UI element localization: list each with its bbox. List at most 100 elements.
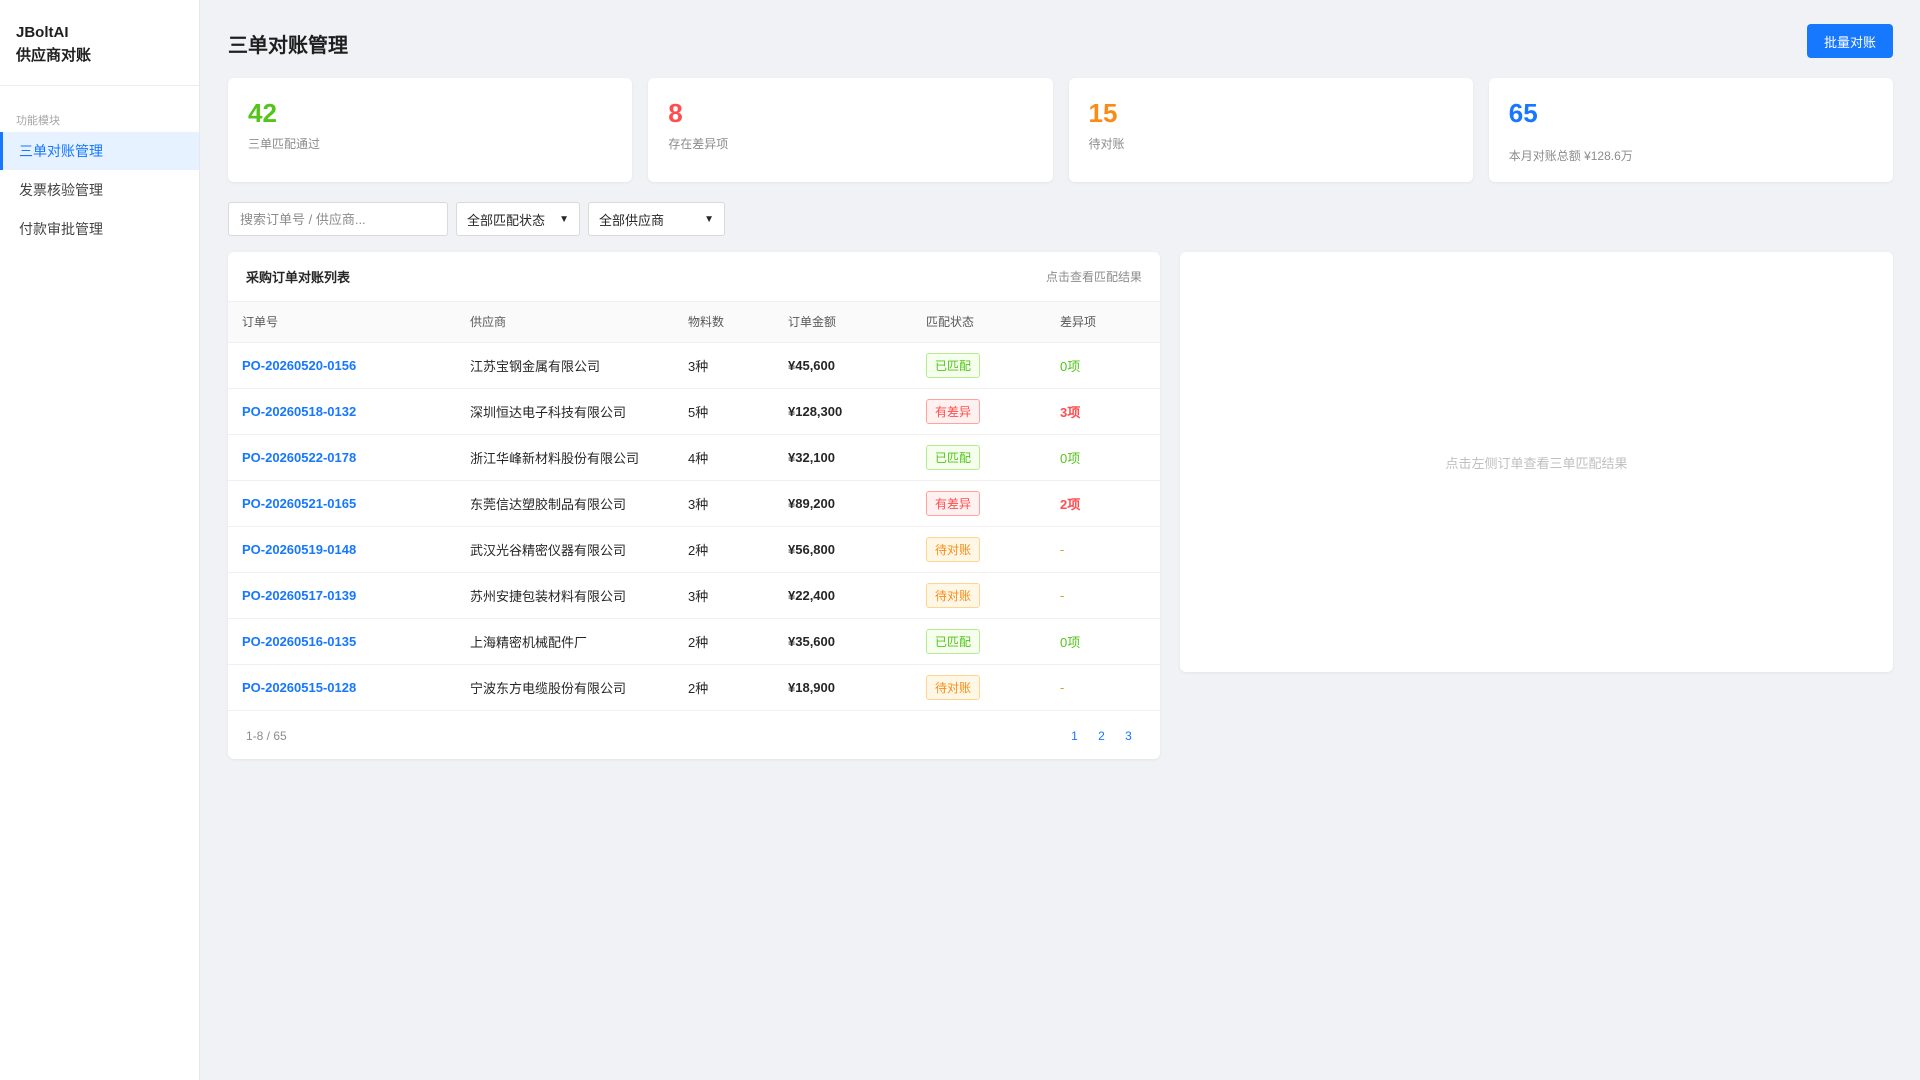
table-title: 采购订单对账列表 [246, 270, 351, 285]
item-count-cell: 5种 [688, 388, 788, 435]
po-number-link[interactable]: PO-20260515-0128 [242, 680, 356, 695]
stat-label: 待对账 [1088, 137, 1125, 151]
supplier-cell: 浙江华峰新材料股份有限公司 [470, 434, 688, 481]
batch-reconcile-button[interactable]: 批量对账 [1807, 24, 1893, 58]
amount-cell: ¥18,900 [788, 664, 926, 711]
amount-cell: ¥89,200 [788, 480, 926, 527]
item-count-cell: 3种 [688, 572, 788, 619]
status-select[interactable]: 全部匹配状态 ▼ [456, 202, 580, 236]
page-link-3[interactable]: 3 [1115, 729, 1142, 743]
amount-cell: ¥22,400 [788, 572, 926, 619]
stat-card-pending: 15 待对账 [1068, 78, 1473, 182]
stat-value: 15 [1088, 98, 1118, 128]
column-header: 供应商 [470, 302, 688, 343]
amount-cell: ¥128,300 [788, 388, 926, 435]
diff-count-cell: 0项 [1060, 342, 1160, 389]
supplier-cell: 武汉光谷精密仪器有限公司 [470, 526, 688, 573]
item-count-cell: 2种 [688, 618, 788, 665]
amount-cell: ¥35,600 [788, 618, 926, 665]
order-table: 订单号 供应商 物料数 订单金额 匹配状态 差异项 PO-20260520-01… [228, 302, 1160, 711]
page-link-1[interactable]: 1 [1061, 729, 1088, 743]
diff-count-cell: 3项 [1060, 388, 1160, 435]
column-header: 差异项 [1060, 302, 1160, 343]
stat-value: 42 [248, 98, 277, 128]
stats-row: 42 三单匹配通过 8 存在差异项 15 待对账 65 本月对账总额 ¥128.… [228, 78, 1893, 182]
chevron-down-icon: ▼ [559, 213, 569, 225]
item-count-cell: 3种 [688, 342, 788, 389]
brand: JBoltAI 供应商对账 [0, 0, 199, 86]
supplier-cell: 江苏宝钢金属有限公司 [470, 342, 688, 389]
order-table-card: 采购订单对账列表 点击查看匹配结果 订单号 供应商 物料数 订单金额 匹配状态 … [228, 252, 1160, 759]
sidebar-item-invoice[interactable]: 发票核验管理 [0, 171, 199, 209]
column-header: 订单金额 [788, 302, 926, 343]
status-badge: 待对账 [926, 582, 981, 608]
supplier-cell: 深圳恒达电子科技有限公司 [470, 388, 688, 435]
table-row[interactable]: PO-20260516-0135 上海精密机械配件厂 2种 ¥35,600 已匹配 0项 [228, 618, 1160, 665]
amount-cell: ¥56,800 [788, 526, 926, 573]
table-footer: 1-8 / 65 1 2 3 [228, 712, 1160, 759]
column-header: 匹配状态 [926, 302, 1060, 343]
detail-empty-text: 点击左侧订单查看三单匹配结果 [1445, 455, 1628, 471]
table-row[interactable]: PO-20260521-0165 东莞信达塑胶制品有限公司 3种 ¥89,200 有差异… [228, 480, 1160, 527]
status-badge: 已匹配 [926, 444, 981, 470]
diff-count-cell: 0项 [1060, 618, 1160, 665]
po-number-link[interactable]: PO-20260518-0132 [242, 404, 356, 419]
stat-card-discrepancy: 8 存在差异项 [648, 78, 1053, 182]
status-badge: 有差异 [926, 490, 981, 516]
stat-label: 存在差异项 [668, 137, 729, 151]
supplier-cell: 上海精密机械配件厂 [470, 618, 688, 665]
column-header: 物料数 [688, 302, 788, 343]
supplier-cell: 苏州安捷包装材料有限公司 [470, 572, 688, 619]
diff-count-cell: - [1060, 664, 1160, 711]
chevron-down-icon: ▼ [704, 213, 714, 225]
sidebar-item-payment[interactable]: 付款审批管理 [0, 210, 199, 248]
table-row[interactable]: PO-20260518-0132 深圳恒达电子科技有限公司 5种 ¥128,300 有差… [228, 388, 1160, 435]
status-badge: 已匹配 [926, 628, 981, 654]
po-number-link[interactable]: PO-20260521-0165 [242, 496, 356, 511]
amount-cell: ¥45,600 [788, 342, 926, 389]
po-number-link[interactable]: PO-20260517-0139 [242, 588, 356, 603]
stat-label: 本月对账总额 ¥128.6万 [1508, 149, 1633, 163]
pagination: 1 2 3 [1061, 729, 1142, 743]
po-number-link[interactable]: PO-20260520-0156 [242, 358, 356, 373]
brand-name: JBoltAI [16, 24, 69, 41]
page-title: 三单对账管理 [228, 35, 348, 57]
supplier-cell: 宁波东方电缆股份有限公司 [470, 664, 688, 711]
brand-subtitle: 供应商对账 [16, 47, 92, 64]
table-row[interactable]: PO-20260522-0178 浙江华峰新材料股份有限公司 4种 ¥32,100 已匹… [228, 434, 1160, 481]
stat-label: 三单匹配通过 [248, 137, 321, 151]
po-number-link[interactable]: PO-20260519-0148 [242, 542, 356, 557]
table-row[interactable]: PO-20260519-0148 武汉光谷精密仪器有限公司 2种 ¥56,800 待对账… [228, 526, 1160, 573]
po-number-link[interactable]: PO-20260522-0178 [242, 450, 356, 465]
item-count-cell: 3种 [688, 480, 788, 527]
table-hint: 点击查看匹配结果 [1045, 270, 1142, 284]
stat-value: 65 [1508, 98, 1538, 128]
po-number-link[interactable]: PO-20260516-0135 [242, 634, 356, 649]
item-count-cell: 2种 [688, 526, 788, 573]
item-count-cell: 2种 [688, 664, 788, 711]
diff-count-cell: 2项 [1060, 480, 1160, 527]
supplier-select[interactable]: 全部供应商 ▼ [588, 202, 725, 236]
search-input[interactable] [228, 202, 448, 236]
table-row[interactable]: PO-20260517-0139 苏州安捷包装材料有限公司 3种 ¥22,400 待对账… [228, 572, 1160, 619]
pagination-range: 1-8 / 65 [246, 728, 287, 743]
stat-value: 8 [668, 98, 683, 128]
table-header-row: 订单号 供应商 物料数 订单金额 匹配状态 差异项 [228, 302, 1160, 343]
diff-count-cell: - [1060, 526, 1160, 573]
sidebar-item-reconciliation[interactable]: 三单对账管理 [0, 132, 199, 170]
table-header: 采购订单对账列表 点击查看匹配结果 [228, 252, 1160, 302]
status-badge: 待对账 [926, 536, 981, 562]
match-detail-panel: 点击左侧订单查看三单匹配结果 [1180, 252, 1893, 672]
status-badge: 有差异 [926, 398, 981, 424]
supplier-cell: 东莞信达塑胶制品有限公司 [470, 480, 688, 527]
status-badge: 待对账 [926, 674, 981, 700]
diff-count-cell: 0项 [1060, 434, 1160, 481]
status-select-value: 全部匹配状态 [467, 212, 546, 228]
table-row[interactable]: PO-20260515-0128 宁波东方电缆股份有限公司 2种 ¥18,900 待对账… [228, 664, 1160, 711]
page-link-2[interactable]: 2 [1088, 729, 1115, 743]
table-row[interactable]: PO-20260520-0156 江苏宝钢金属有限公司 3种 ¥45,600 已匹配 0项 [228, 342, 1160, 389]
status-badge: 已匹配 [926, 352, 981, 378]
diff-count-cell: - [1060, 572, 1160, 619]
sidebar: JBoltAI 供应商对账 功能模块 三单对账管理 发票核验管理 付款审批管理 [0, 0, 200, 1080]
filter-bar: 全部匹配状态 ▼ 全部供应商 ▼ [228, 202, 725, 236]
